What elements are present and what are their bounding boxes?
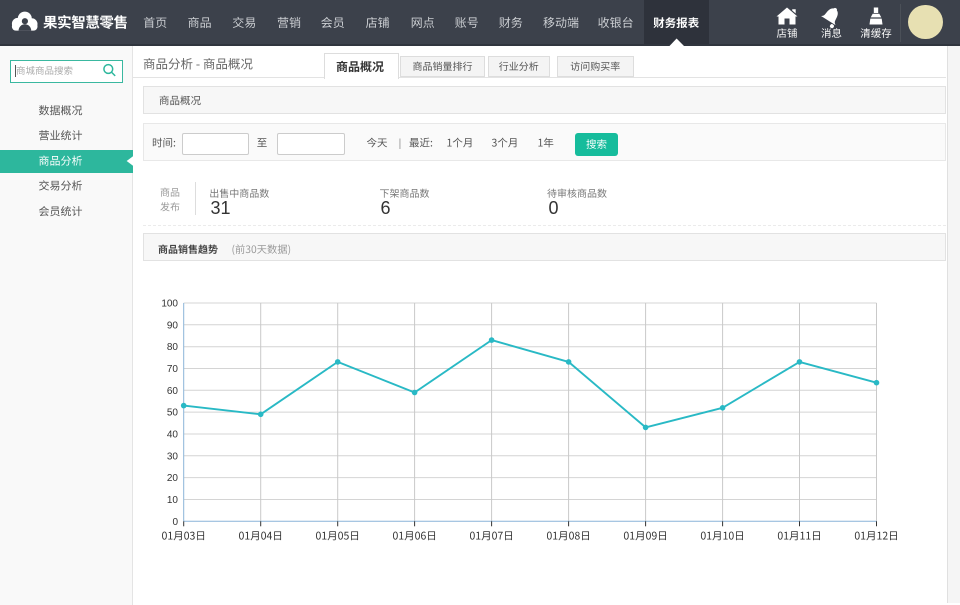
svg-text:90: 90 (167, 320, 179, 331)
svg-text:6: 6 (381, 198, 391, 218)
svg-text:70: 70 (167, 364, 179, 375)
svg-text:31: 31 (211, 198, 231, 218)
svg-text:50: 50 (167, 408, 179, 419)
svg-text:|: | (399, 138, 402, 150)
svg-text:0: 0 (172, 517, 178, 528)
svg-text:30: 30 (167, 451, 179, 462)
svg-text:10: 10 (167, 495, 179, 506)
svg-text:100: 100 (161, 299, 178, 310)
svg-text:40: 40 (167, 430, 179, 441)
svg-text:60: 60 (167, 386, 179, 397)
svg-text:20: 20 (167, 473, 179, 484)
svg-text:80: 80 (167, 342, 179, 353)
svg-text:0: 0 (549, 198, 559, 218)
